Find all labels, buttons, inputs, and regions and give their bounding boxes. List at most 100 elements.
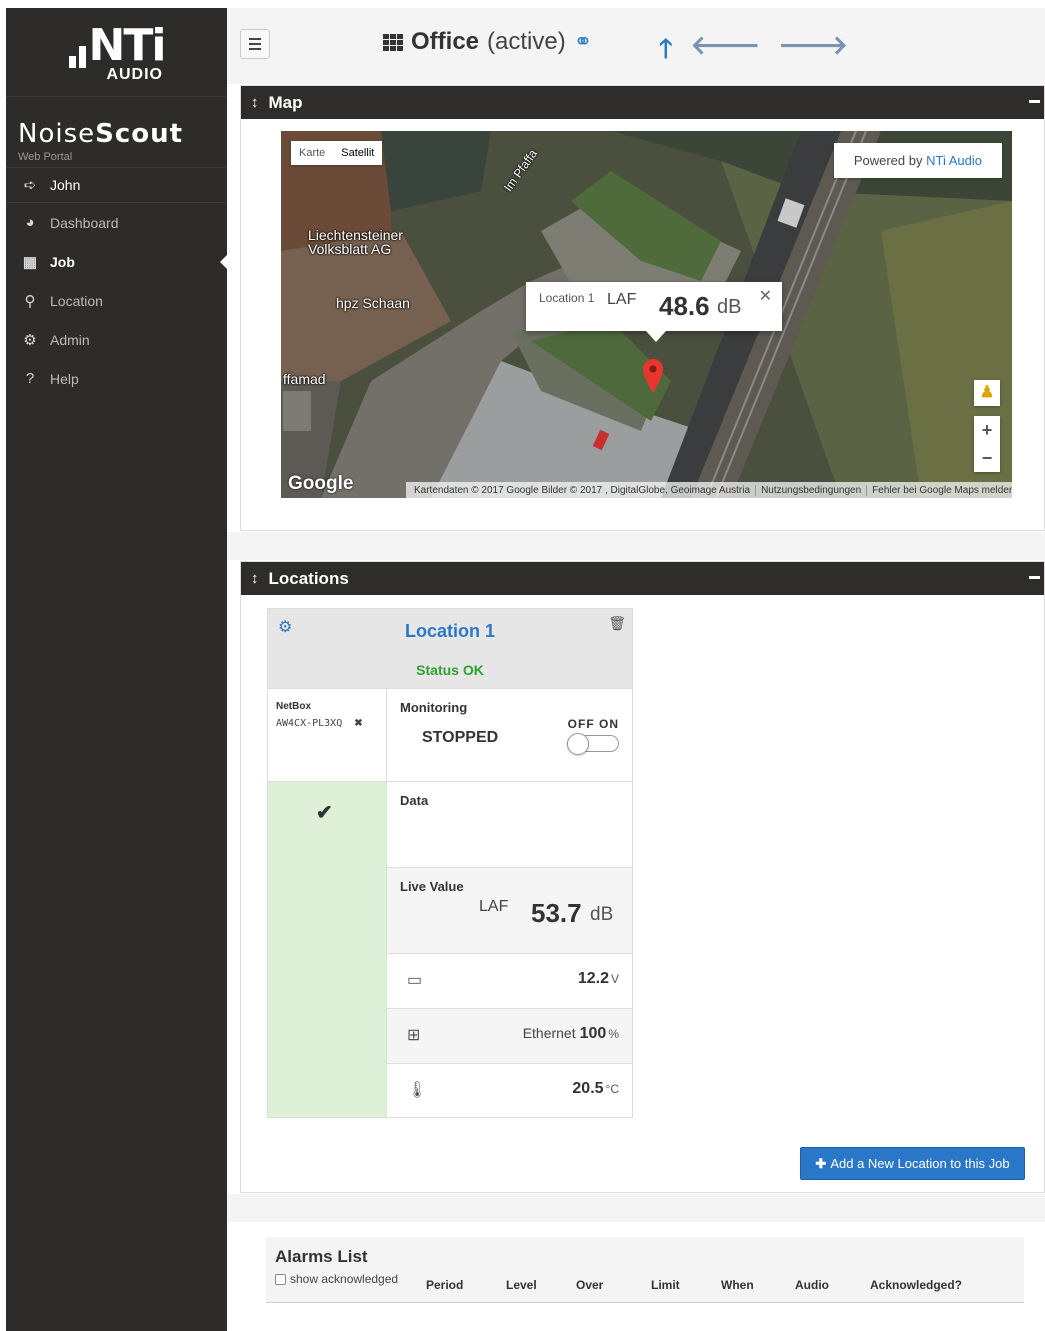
drag-handle-icon[interactable]: ↕ (251, 570, 259, 587)
collapse-icon[interactable] (1029, 576, 1040, 579)
status-ok-column: ✔ (268, 782, 386, 1117)
satellite-map[interactable]: Im Pfaffa Liechtensteiner Volksblatt AG h… (281, 131, 1012, 498)
arrow-left-icon[interactable]: 🡐 (691, 30, 761, 74)
netbox-id: AW4CX-PL3XQ (276, 718, 343, 729)
data-row: Data (387, 782, 632, 868)
info-location: Location 1 (539, 291, 595, 305)
terms-link[interactable]: Nutzungsbedingungen (756, 484, 868, 496)
map-marker-icon: ⚲ (24, 292, 36, 310)
live-unit: dB (590, 904, 614, 925)
column-header[interactable]: When (721, 1278, 754, 1292)
map-attribution: Kartendaten © 2017 Google Bilder © 2017 … (406, 482, 1012, 498)
live-value-row: Live Value LAF 53.7 dB (387, 868, 632, 954)
map-info-window: Location 1 LAF 48.6 dB ✕ (526, 282, 782, 342)
remove-netbox-icon[interactable]: ✖ (354, 718, 362, 729)
check-icon: ✔ (316, 802, 333, 824)
netbox-label: NetBox (276, 701, 312, 712)
collapse-icon[interactable] (1029, 100, 1040, 103)
data-label: Data (400, 793, 429, 808)
sidebar-item-label: Job (50, 253, 75, 270)
close-icon[interactable]: ✕ (759, 286, 772, 306)
add-location-button[interactable]: ✚ Add a New Location to this Job (800, 1147, 1025, 1180)
battery-row: ▭ 12.2 V (387, 954, 632, 1009)
logo-subtext: AUDIO (106, 66, 163, 83)
network-row: ⊞ Ethernet 100% (387, 1009, 632, 1064)
sidebar-item-dashboard[interactable]: ◕ Dashboard (6, 203, 227, 242)
nti-audio-logo[interactable]: NTi AUDIO (6, 8, 227, 96)
network-icon: ⊞ (407, 1027, 421, 1044)
map-marker-icon[interactable] (643, 359, 663, 393)
sidebar: NTi AUDIO NoiseScout Web Portal ➪ John ◕… (6, 8, 227, 1331)
column-header[interactable]: Acknowledged? (870, 1278, 962, 1292)
status-badge: Status OK (416, 662, 484, 678)
panel-title: Locations (268, 568, 349, 588)
job-status: (active) (487, 28, 566, 55)
zoom-control: + − (974, 416, 1000, 472)
dashboard-icon: ◕ (25, 214, 35, 231)
map-type-karte[interactable]: Karte (291, 141, 333, 165)
zoom-out-button[interactable]: − (974, 444, 1000, 472)
info-value: 48.6 (659, 291, 710, 321)
logo-text: NTi (88, 20, 167, 71)
location-card-header: ⚙ Location 1 🗑 Status OK (268, 609, 632, 689)
map-poi-label: ffamad (283, 371, 326, 387)
monitoring-row: Monitoring STOPPED OFF ON (387, 689, 632, 782)
sidebar-item-label: Dashboard (50, 214, 119, 231)
column-header[interactable]: Level (506, 1278, 537, 1292)
job-navigation: 🡑 🡐 🡒 (659, 30, 848, 74)
network-value: 100 (579, 1025, 607, 1042)
temperature-value: 20.5 (572, 1080, 604, 1097)
arrow-right-icon[interactable]: 🡒 (778, 30, 848, 74)
top-bar: Office (active) ⚭ 🡑 🡐 🡒 (227, 8, 1045, 84)
link-icon[interactable]: ⚭ (574, 29, 592, 55)
drag-handle-icon[interactable]: ↕ (251, 94, 259, 111)
location-name[interactable]: Location 1 (268, 621, 632, 642)
zoom-in-button[interactable]: + (974, 416, 1000, 444)
sign-out-icon: ➪ (23, 177, 37, 194)
menu-toggle-button[interactable] (240, 29, 270, 59)
powered-by-box: Powered by NTi Audio (833, 143, 1002, 178)
sidebar-item-label: Admin (50, 331, 90, 348)
location-card: ⚙ Location 1 🗑 Status OK NetBox AW4CX-PL… (267, 608, 633, 1118)
grid-icon: ▦ (22, 253, 38, 271)
sidebar-item-user[interactable]: ➪ John (6, 167, 227, 203)
sidebar-item-help[interactable]: ? Help (6, 359, 227, 398)
alarms-list: Alarms List show acknowledged Period Lev… (266, 1237, 1024, 1303)
column-header[interactable]: Period (426, 1278, 463, 1292)
map-poi-label: hpz Schaan (336, 295, 410, 311)
locations-panel: ↕ Locations ⚙ Location 1 🗑 Status OK Net… (240, 561, 1045, 1193)
map-panel-header[interactable]: ↕ Map (241, 86, 1044, 119)
live-value-label: Live Value (400, 879, 464, 894)
report-error-link[interactable]: Fehler bei Google Maps melden (867, 485, 1012, 496)
sidebar-item-location[interactable]: ⚲ Location (6, 281, 227, 320)
plus-icon: ✚ (815, 1155, 827, 1171)
sidebar-item-admin[interactable]: ⚙ Admin (6, 320, 227, 359)
locations-panel-header[interactable]: ↕ Locations (241, 562, 1044, 595)
network-type: Ethernet (522, 1025, 576, 1041)
live-value: 53.7 (531, 898, 582, 928)
sidebar-item-job[interactable]: ▦ Job (6, 242, 227, 281)
battery-value: 12.2 (577, 970, 609, 987)
nti-audio-link[interactable]: NTi Audio (926, 153, 982, 168)
monitoring-toggle[interactable] (567, 733, 619, 755)
page-title: Office (active) ⚭ (383, 28, 592, 56)
job-name: Office (411, 28, 480, 55)
info-metric: LAF (607, 291, 637, 308)
map-type-satellit[interactable]: Satellit (333, 141, 382, 165)
grid-icon (383, 33, 403, 51)
alarms-title: Alarms List (275, 1247, 368, 1266)
show-acknowledged-checkbox[interactable]: show acknowledged (275, 1272, 398, 1286)
brand-name-light: Noise (18, 119, 96, 149)
column-header[interactable]: Audio (795, 1278, 829, 1292)
user-name: John (50, 177, 81, 193)
brand-name-bold: Scout (95, 119, 184, 149)
column-header[interactable]: Over (576, 1278, 603, 1292)
logo-bars-icon (68, 32, 86, 68)
arrow-up-icon[interactable]: 🡑 (659, 30, 673, 74)
column-header[interactable]: Limit (651, 1278, 680, 1292)
live-metric: LAF (479, 898, 509, 915)
trash-icon[interactable]: 🗑 (608, 615, 626, 632)
map-type-control: Karte Satellit (291, 141, 383, 165)
street-view-icon[interactable]: ♟ (974, 380, 1000, 406)
product-brand: NoiseScout Web Portal (6, 96, 227, 167)
